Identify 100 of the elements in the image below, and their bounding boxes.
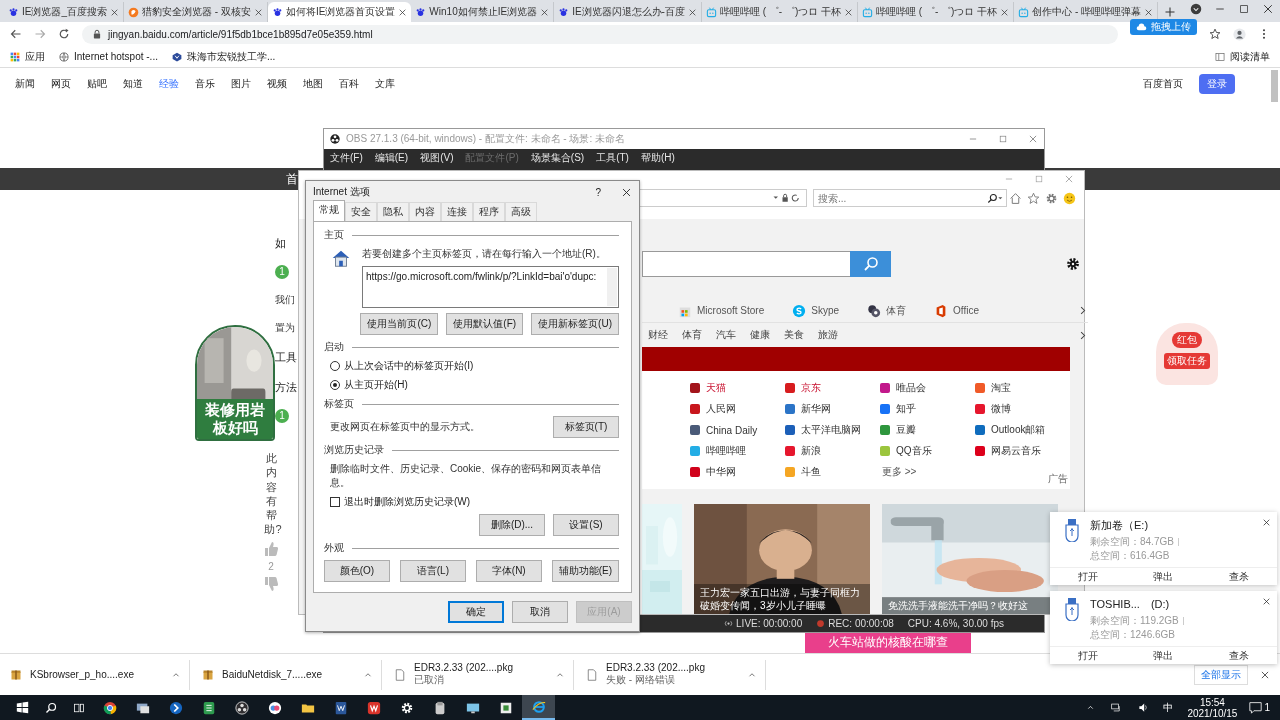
- gift-packet[interactable]: 红包 领取任务: [1156, 323, 1218, 385]
- help-button[interactable]: ?: [595, 186, 601, 198]
- login-button[interactable]: 登录: [1199, 74, 1235, 94]
- checkbox[interactable]: [330, 497, 340, 507]
- scrollbar[interactable]: [1271, 70, 1278, 102]
- nav-link[interactable]: 贴吧: [87, 77, 107, 91]
- clock[interactable]: 15:54 2021/10/15: [1187, 696, 1238, 719]
- dialog-tab[interactable]: 隐私: [377, 202, 409, 221]
- settings-icon[interactable]: [1066, 257, 1080, 271]
- bookmark[interactable]: 应用: [10, 49, 45, 64]
- close-icon[interactable]: [398, 7, 408, 17]
- document-icon[interactable]: [366, 700, 381, 715]
- dialog-button[interactable]: 使用新标签页(U): [531, 313, 619, 335]
- drive-action[interactable]: 打开: [1077, 648, 1098, 663]
- radio-option[interactable]: 从主页开始(H): [324, 378, 619, 392]
- nav-link[interactable]: 文库: [375, 77, 395, 91]
- circle-icon[interactable]: [234, 700, 249, 715]
- maximize-icon[interactable]: [1238, 2, 1251, 15]
- bookmark[interactable]: Internet hotspot -...: [59, 51, 158, 62]
- packet-action[interactable]: 领取任务: [1164, 353, 1210, 369]
- site-link[interactable]: 人民网: [690, 402, 785, 416]
- cloud-icon[interactable]: [267, 700, 282, 715]
- nav-link[interactable]: 新闻: [15, 77, 35, 91]
- dialog-button[interactable]: 使用默认值(F): [446, 313, 524, 335]
- news-card[interactable]: 王力宏一家五口出游，与妻子同框力破婚变传闻，3岁小儿子睡曝: [694, 504, 870, 614]
- site-link[interactable]: 更多 >>: [880, 465, 975, 479]
- dialog-button[interactable]: 取消: [512, 601, 568, 623]
- menu-item[interactable]: 编辑(E): [374, 150, 409, 165]
- category-tab[interactable]: 旅游: [818, 328, 838, 342]
- drive-action[interactable]: 查杀: [1229, 569, 1250, 584]
- nav-link[interactable]: 经验: [159, 77, 179, 91]
- quick-link[interactable]: Skype: [792, 303, 840, 318]
- dialog-button[interactable]: 设置(S): [553, 514, 619, 536]
- nav-link[interactable]: 音乐: [195, 77, 215, 91]
- close-icon[interactable]: [687, 7, 697, 17]
- plus-icon[interactable]: [1164, 6, 1177, 18]
- reload-icon[interactable]: [58, 28, 70, 40]
- search-icon[interactable]: [45, 701, 57, 714]
- site-link[interactable]: 网易云音乐: [975, 444, 1070, 458]
- reading-list[interactable]: 阅读清单: [1215, 49, 1270, 64]
- category-tab[interactable]: 体育: [682, 328, 702, 342]
- address-field[interactable]: [639, 189, 807, 207]
- dialog-button[interactable]: 字体(N): [475, 560, 542, 582]
- menu-item[interactable]: 视图(V): [420, 150, 454, 165]
- menu-item[interactable]: 场景集合(S): [530, 150, 585, 165]
- dialog-button[interactable]: 标签页(T): [553, 416, 619, 438]
- close-icon[interactable]: [110, 7, 119, 17]
- site-link[interactable]: China Daily: [690, 423, 785, 437]
- site-link[interactable]: 太平洋电脑网: [785, 423, 880, 437]
- url-field[interactable]: https://go.microsoft.com/fwlink/p/?LinkId=bai'o'dupc:: [362, 266, 619, 308]
- dialog-tab[interactable]: 程序: [473, 202, 505, 221]
- download-item[interactable]: KSbrowser_p_ho....exe: [10, 659, 190, 690]
- search-field[interactable]: 搜索...: [813, 189, 1007, 207]
- close-icon[interactable]: [540, 7, 550, 17]
- site-link[interactable]: 豆瓣: [880, 423, 975, 437]
- drive-action[interactable]: 查杀: [1229, 648, 1250, 663]
- dialog-button[interactable]: 辅助功能(E): [551, 560, 619, 582]
- maximize-icon[interactable]: [998, 134, 1008, 144]
- site-link[interactable]: 淘宝: [975, 381, 1070, 395]
- quick-link[interactable]: Office: [934, 303, 979, 318]
- spreadsheet-icon[interactable]: [201, 700, 216, 715]
- quick-link[interactable]: 体育: [867, 303, 907, 318]
- menu-item[interactable]: 帮助(H): [640, 150, 675, 165]
- site-link[interactable]: QQ音乐: [880, 444, 975, 458]
- dialog-tab[interactable]: 常规: [313, 200, 345, 221]
- show-all-link[interactable]: 全部显示: [1194, 664, 1248, 685]
- drive-action[interactable]: 弹出: [1153, 569, 1174, 584]
- site-link[interactable]: 知乎: [880, 402, 975, 416]
- input-method[interactable]: 中: [1163, 700, 1174, 715]
- settings-icon[interactable]: [399, 700, 414, 715]
- upload-badge[interactable]: 拖拽上传: [1130, 19, 1197, 35]
- thumbs-down-icon[interactable]: [263, 575, 279, 592]
- scrollbar[interactable]: [607, 268, 617, 306]
- start-icon[interactable]: [16, 701, 29, 714]
- home-icon[interactable]: [1009, 191, 1022, 205]
- site-link[interactable]: 唯品会: [880, 381, 975, 395]
- category-tab[interactable]: 健康: [750, 328, 770, 342]
- menu-item[interactable]: 文件(F): [330, 150, 363, 165]
- close-icon[interactable]: [1260, 669, 1270, 680]
- news-card[interactable]: 免洗洗手液能洗干净吗？收好这: [882, 504, 1058, 614]
- download-item[interactable]: EDR3.2.33 (202....pkg 失败 - 网络错误: [586, 659, 766, 690]
- dialog-button[interactable]: 确定: [448, 601, 504, 623]
- category-tab[interactable]: 美食: [784, 328, 804, 342]
- close-icon[interactable]: [844, 7, 854, 17]
- dialog-button[interactable]: 使用当前页(C): [360, 313, 439, 335]
- close-icon[interactable]: [1144, 7, 1154, 17]
- dropdown-icon[interactable]: [1190, 2, 1203, 15]
- document-icon[interactable]: [333, 700, 348, 715]
- network-icon[interactable]: [1111, 702, 1123, 713]
- volume-icon[interactable]: [1138, 702, 1150, 713]
- menu-item[interactable]: 工具(T): [596, 150, 629, 165]
- nav-link[interactable]: 知道: [123, 77, 143, 91]
- home-link[interactable]: 百度首页: [1143, 77, 1183, 91]
- site-link[interactable]: 京东: [785, 381, 880, 395]
- dialog-tab[interactable]: 连接: [441, 202, 473, 221]
- star-icon[interactable]: [1209, 28, 1221, 40]
- site-link[interactable]: 微博: [975, 402, 1070, 416]
- site-link[interactable]: 新华网: [785, 402, 880, 416]
- smiley-icon[interactable]: [1063, 191, 1076, 205]
- browser-icon[interactable]: [102, 700, 117, 715]
